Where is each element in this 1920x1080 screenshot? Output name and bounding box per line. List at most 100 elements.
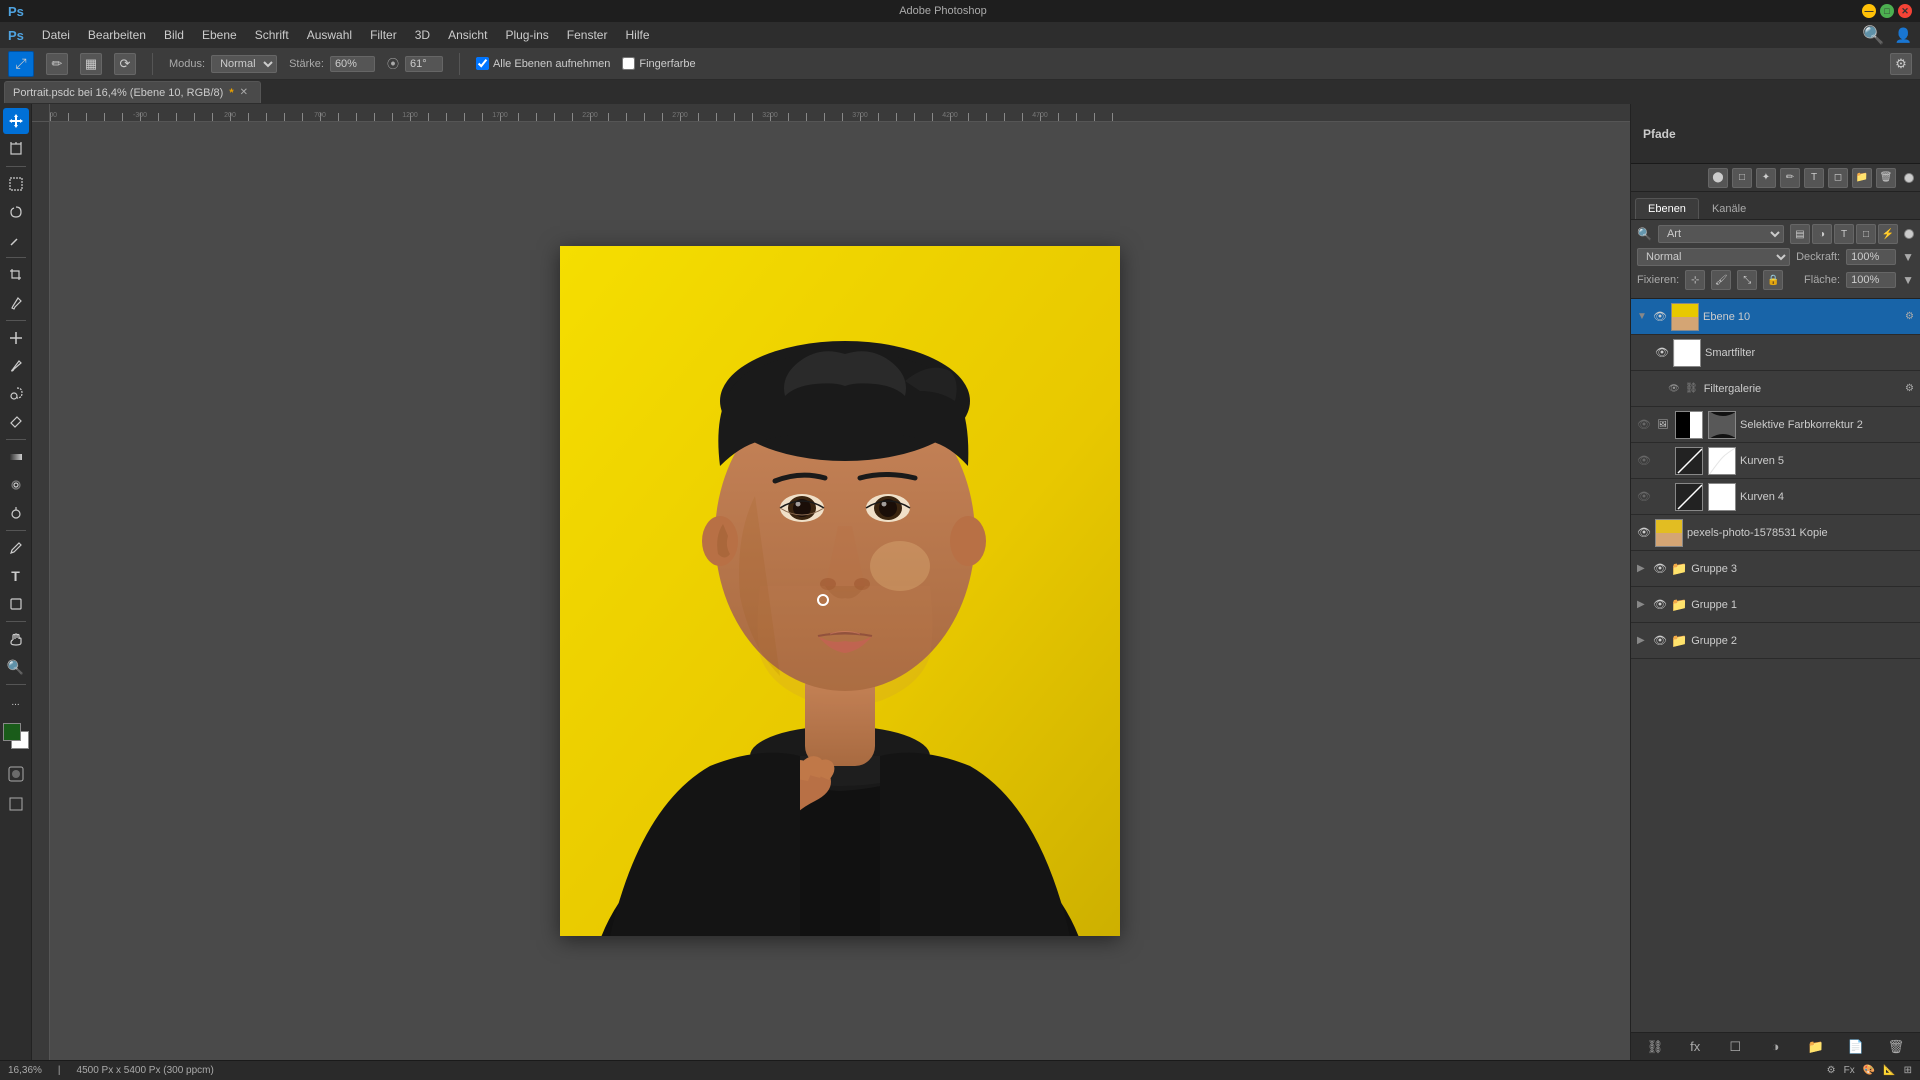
layer-eye-kurven4[interactable]: 👁: [1637, 490, 1651, 504]
healing-tool[interactable]: [3, 325, 29, 351]
status-icon-4[interactable]: 📐: [1883, 1065, 1895, 1076]
layer-pexels[interactable]: 👁 pexels-photo-1578531 Kopie: [1631, 515, 1920, 551]
layer-eye-filtergalerie[interactable]: 👁: [1667, 382, 1681, 396]
clone-tool[interactable]: [3, 381, 29, 407]
panel-icon-mask[interactable]: ◻: [1828, 168, 1848, 188]
layer-eye-gruppe3[interactable]: 👁: [1653, 562, 1667, 576]
angle-input[interactable]: [405, 56, 443, 72]
menu-filter[interactable]: Filter: [362, 26, 405, 44]
tool-history-btn[interactable]: ⟳: [114, 53, 136, 75]
layer-options-ebene10[interactable]: ⚙: [1905, 311, 1914, 322]
doc-tab-close-btn[interactable]: ✕: [240, 87, 248, 98]
layer-smartfilter[interactable]: 👁 Smartfilter: [1631, 335, 1920, 371]
filtergalerie-options[interactable]: ⚙: [1905, 383, 1914, 394]
filter-shape-btn[interactable]: □: [1856, 224, 1876, 244]
layer-expand-gruppe1[interactable]: ▶: [1637, 599, 1649, 610]
more-tools-btn[interactable]: ...: [3, 689, 29, 715]
layer-eye-gruppe1[interactable]: 👁: [1653, 598, 1667, 612]
account-icon[interactable]: 👤: [1895, 27, 1912, 44]
layer-style-btn[interactable]: fx: [1684, 1036, 1706, 1058]
layer-mask-btn[interactable]: ☐: [1724, 1036, 1746, 1058]
opacity-input[interactable]: [1846, 249, 1896, 265]
layer-adj-btn[interactable]: ◑: [1764, 1036, 1786, 1058]
fill-chevron[interactable]: ▼: [1902, 273, 1914, 287]
crop-tool[interactable]: [3, 262, 29, 288]
eyedropper-tool[interactable]: [3, 290, 29, 316]
menu-fenster[interactable]: Fenster: [559, 26, 616, 44]
magic-wand-tool[interactable]: [3, 227, 29, 253]
maximize-button[interactable]: □: [1880, 4, 1894, 18]
fix-brush-btn[interactable]: 🖌: [1711, 270, 1731, 290]
panel-icon-pen[interactable]: ✏: [1780, 168, 1800, 188]
close-button[interactable]: ✕: [1898, 4, 1912, 18]
foreground-color-swatch[interactable]: [3, 723, 21, 741]
layer-gruppe1[interactable]: ▶ 👁 📁 Gruppe 1: [1631, 587, 1920, 623]
layer-filter-select[interactable]: Art: [1658, 225, 1784, 243]
dodge-tool[interactable]: [3, 500, 29, 526]
brush-tool[interactable]: [3, 353, 29, 379]
menu-plugins[interactable]: Plug-ins: [497, 26, 556, 44]
menu-ansicht[interactable]: Ansicht: [440, 26, 495, 44]
tab-ebenen[interactable]: Ebenen: [1635, 198, 1699, 219]
panel-icon-folder[interactable]: 📁: [1852, 168, 1872, 188]
blend-mode-select[interactable]: Normal: [1637, 248, 1790, 266]
layer-eye-sel-farb2[interactable]: 👁: [1637, 418, 1651, 432]
text-tool[interactable]: T: [3, 563, 29, 589]
fix-all-btn[interactable]: 🔒: [1763, 270, 1783, 290]
panel-icon-trash[interactable]: 🗑: [1876, 168, 1896, 188]
menu-schrift[interactable]: Schrift: [247, 26, 297, 44]
menu-datei[interactable]: Datei: [34, 26, 78, 44]
layer-kurven5[interactable]: 👁 Kurven 5: [1631, 443, 1920, 479]
layer-folder-btn[interactable]: 📁: [1805, 1036, 1827, 1058]
filter-smart-btn[interactable]: ⚡: [1878, 224, 1898, 244]
minimize-button[interactable]: —: [1862, 4, 1876, 18]
filter-adj-btn[interactable]: ◑: [1812, 224, 1832, 244]
tool-options-btn[interactable]: ▦: [80, 53, 102, 75]
all-layers-checkbox[interactable]: [476, 57, 489, 70]
layer-eye-pexels[interactable]: 👁: [1637, 526, 1651, 540]
layer-trash-btn[interactable]: 🗑: [1885, 1036, 1907, 1058]
status-icon-5[interactable]: ⊞: [1904, 1065, 1912, 1076]
pen-tool[interactable]: [3, 535, 29, 561]
smudge-settings-btn[interactable]: ⚙: [1890, 53, 1912, 75]
fix-transform-btn[interactable]: ⤡: [1737, 270, 1757, 290]
menu-bild[interactable]: Bild: [156, 26, 192, 44]
layer-eye-gruppe2[interactable]: 👁: [1653, 634, 1667, 648]
status-icon-3[interactable]: 🎨: [1863, 1065, 1875, 1076]
layer-eye-smartfilter[interactable]: 👁: [1655, 346, 1669, 360]
tool-brush-btn[interactable]: ✏: [46, 53, 68, 75]
layer-expand-gruppe2[interactable]: ▶: [1637, 635, 1649, 646]
layer-sel-farb2[interactable]: 👁 🖼 Selektive Farbkorrektur 2: [1631, 407, 1920, 443]
panel-icon-anchor[interactable]: ✦: [1756, 168, 1776, 188]
menu-hilfe[interactable]: Hilfe: [617, 26, 657, 44]
hand-tool[interactable]: [3, 626, 29, 652]
quick-mask-btn[interactable]: [3, 761, 29, 787]
zoom-tool[interactable]: 🔍: [3, 654, 29, 680]
panel-icon-circle[interactable]: ⬤: [1708, 168, 1728, 188]
gradient-tool[interactable]: [3, 444, 29, 470]
lasso-tool[interactable]: [3, 199, 29, 225]
menu-auswahl[interactable]: Auswahl: [299, 26, 360, 44]
layer-expand-gruppe3[interactable]: ▶: [1637, 563, 1649, 574]
menu-3d[interactable]: 3D: [407, 26, 438, 44]
tool-select-btn[interactable]: ⤢: [8, 51, 34, 77]
filter-type-btn[interactable]: T: [1834, 224, 1854, 244]
fix-position-btn[interactable]: ⊹: [1685, 270, 1705, 290]
canvas-image[interactable]: [560, 246, 1120, 936]
mode-select[interactable]: Normal: [211, 55, 277, 73]
layer-kurven4[interactable]: 👁 Kurven 4: [1631, 479, 1920, 515]
layer-eye-kurven5[interactable]: 👁: [1637, 454, 1651, 468]
menu-bearbeiten[interactable]: Bearbeiten: [80, 26, 154, 44]
move-tool[interactable]: [3, 108, 29, 134]
document-tab[interactable]: Portrait.psdc bei 16,4% (Ebene 10, RGB/8…: [4, 81, 261, 103]
layer-gruppe3[interactable]: ▶ 👁 📁 Gruppe 3: [1631, 551, 1920, 587]
layer-eye-ebene10[interactable]: 👁: [1653, 310, 1667, 324]
marquee-tool[interactable]: [3, 171, 29, 197]
layer-ebene10[interactable]: ▼ 👁 Ebene 10 ⚙: [1631, 299, 1920, 335]
title-bar-controls[interactable]: — □ ✕: [1862, 4, 1912, 18]
layer-new-btn[interactable]: 📄: [1845, 1036, 1867, 1058]
blur-tool[interactable]: [3, 472, 29, 498]
panel-icon-rect[interactable]: □: [1732, 168, 1752, 188]
layer-expand-ebene10[interactable]: ▼: [1637, 311, 1649, 322]
layer-filtergalerie[interactable]: 👁 ⛓ Filtergalerie ⚙: [1631, 371, 1920, 407]
